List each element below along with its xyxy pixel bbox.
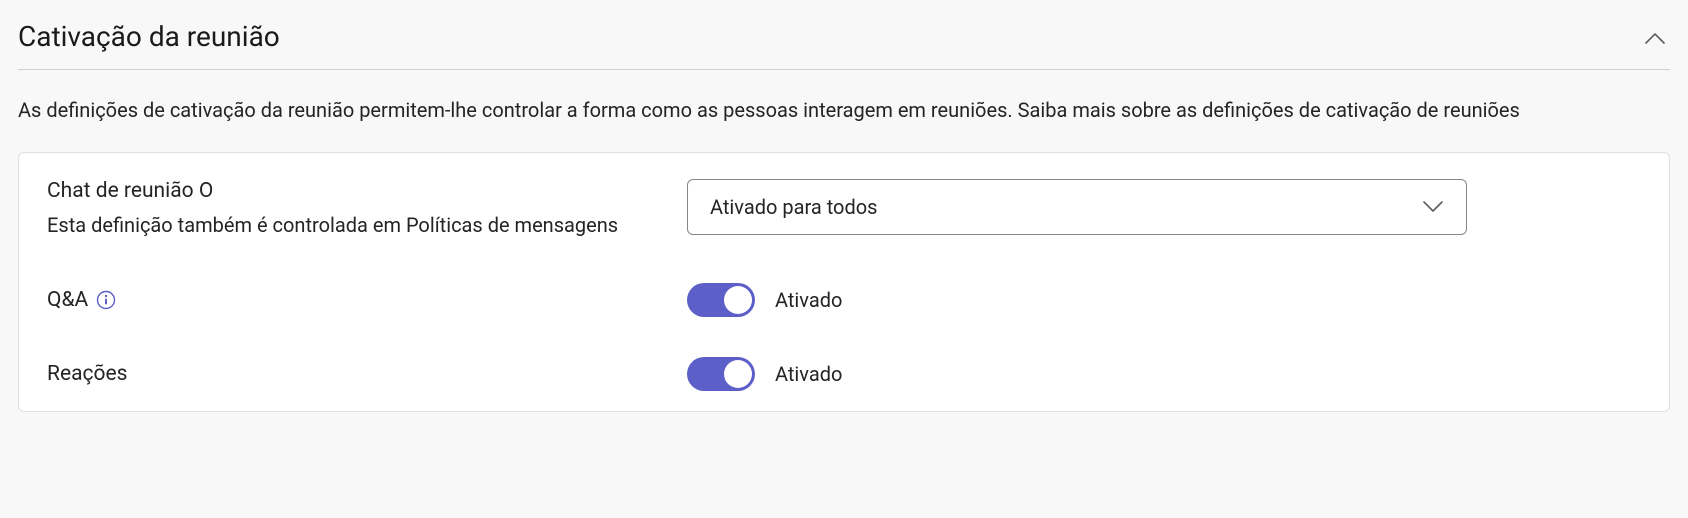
- description-text: As definições de cativação da reunião pe…: [18, 98, 1018, 122]
- meeting-engagement-section: Cativação da reunião As definições de ca…: [0, 0, 1688, 412]
- chevron-down-icon: [1422, 200, 1444, 214]
- meeting-chat-label: Chat de reunião O: [47, 179, 687, 203]
- control-column: Ativado para todos: [687, 179, 1641, 235]
- control-column: Ativado: [687, 357, 1641, 391]
- settings-card: Chat de reunião O Esta definição também …: [18, 152, 1670, 412]
- meeting-chat-dropdown[interactable]: Ativado para todos: [687, 179, 1467, 235]
- dropdown-value: Ativado para todos: [710, 195, 877, 219]
- control-column: Ativado: [687, 283, 1641, 317]
- reactions-toggle-status: Ativado: [775, 362, 842, 386]
- chevron-up-icon: [1644, 31, 1664, 43]
- label-column: Chat de reunião O Esta definição também …: [47, 179, 687, 237]
- info-icon[interactable]: [96, 290, 116, 310]
- qa-toggle[interactable]: [687, 283, 755, 317]
- label-column: Reações: [47, 362, 687, 386]
- section-title: Cativação da reunião: [18, 20, 280, 53]
- toggle-knob: [724, 360, 752, 388]
- meeting-chat-row: Chat de reunião O Esta definição também …: [19, 153, 1669, 263]
- section-description: As definições de cativação da reunião pe…: [18, 96, 1670, 124]
- qa-label: Q&A: [47, 288, 88, 312]
- qa-row: Q&A Ativado: [19, 263, 1669, 337]
- toggle-knob: [724, 286, 752, 314]
- reactions-row: Reações Ativado: [19, 337, 1669, 411]
- label-column: Q&A: [47, 288, 687, 312]
- qa-toggle-status: Ativado: [775, 288, 842, 312]
- reactions-toggle[interactable]: [687, 357, 755, 391]
- collapse-section-button[interactable]: [1638, 25, 1670, 49]
- section-header: Cativação da reunião: [18, 20, 1670, 70]
- meeting-chat-sublabel: Esta definição também é controlada em Po…: [47, 213, 687, 237]
- reactions-label: Reações: [47, 362, 687, 386]
- description-learn-more-link[interactable]: Saiba mais sobre as definições de cativa…: [1018, 98, 1520, 122]
